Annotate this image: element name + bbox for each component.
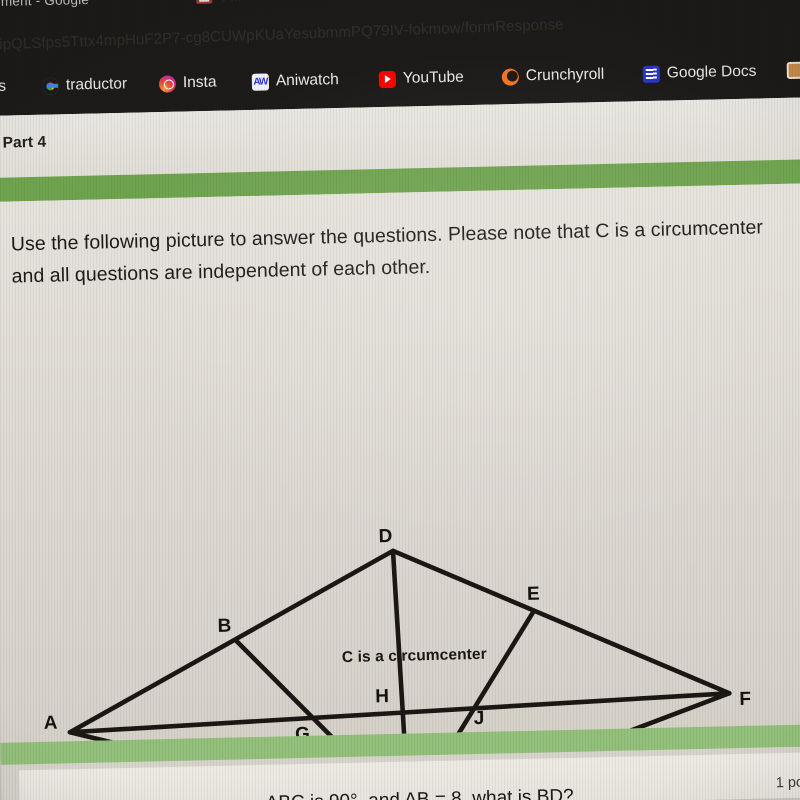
section-title: Part 4 bbox=[2, 133, 47, 152]
bookmark-label: ses bbox=[0, 77, 7, 96]
bookmark-label: Aniwatch bbox=[275, 71, 339, 90]
youtube-icon bbox=[378, 70, 397, 88]
bookmark-overflow[interactable] bbox=[786, 61, 800, 80]
form-page: Part 4 Use the following picture to answ… bbox=[0, 97, 800, 800]
bookmark-traductor[interactable]: traductor bbox=[41, 75, 128, 95]
instagram-icon bbox=[158, 74, 177, 93]
google-icon bbox=[41, 77, 60, 95]
bookmark-google-docs[interactable]: Google Docs bbox=[642, 62, 757, 83]
bookmark-ses[interactable]: ses bbox=[0, 78, 6, 96]
form-icon bbox=[196, 0, 213, 4]
bookmark-label: Crunchyroll bbox=[525, 65, 605, 85]
segment-AD bbox=[67, 548, 396, 735]
vertex-label-D: D bbox=[378, 525, 393, 548]
orange-bookmark-icon bbox=[786, 61, 800, 80]
points-label: 1 point bbox=[775, 774, 800, 792]
crunchyroll-icon bbox=[501, 67, 520, 86]
vertex-label-H: H bbox=[375, 686, 390, 708]
google-docs-icon bbox=[642, 65, 660, 83]
bookmark-label: YouTube bbox=[402, 68, 464, 87]
screenshot-root: cument - Google ✕ Fitness Test 5 AipQLSf… bbox=[0, 0, 800, 800]
bookmark-label: Google Docs bbox=[666, 62, 757, 82]
vertex-label-J: J bbox=[473, 707, 485, 730]
bookmark-aniwatch[interactable]: AW Aniwatch bbox=[251, 71, 339, 91]
aniwatch-icon: AW bbox=[251, 72, 270, 91]
geometry-figure: ABCDEFGHJ C is a circumcenter bbox=[0, 183, 800, 745]
vertex-label-B: B bbox=[217, 615, 232, 637]
segment-EC bbox=[406, 609, 536, 743]
question-card: Use the following picture to answer the … bbox=[0, 183, 800, 745]
tab-fitness-test-5[interactable]: Fitness Test 5 bbox=[222, 0, 308, 3]
bookmark-youtube[interactable]: YouTube bbox=[378, 68, 464, 89]
bookmark-crunchyroll[interactable]: Crunchyroll bbox=[501, 65, 605, 86]
segment-DF bbox=[390, 548, 732, 696]
next-question-text: ABC is 90°, and AB = 8, what is BD? bbox=[265, 785, 574, 800]
vertex-label-F: F bbox=[739, 688, 752, 711]
vertex-label-A: A bbox=[43, 712, 58, 734]
tab-document-google[interactable]: cument - Google bbox=[0, 0, 89, 9]
bookmark-label: Insta bbox=[182, 73, 217, 92]
tab-close-icon[interactable]: ✕ bbox=[310, 0, 322, 4]
vertex-label-E: E bbox=[526, 583, 540, 605]
bookmark-label: traductor bbox=[65, 75, 128, 94]
segment-AF bbox=[67, 690, 732, 735]
bookmark-insta[interactable]: Insta bbox=[158, 73, 217, 93]
